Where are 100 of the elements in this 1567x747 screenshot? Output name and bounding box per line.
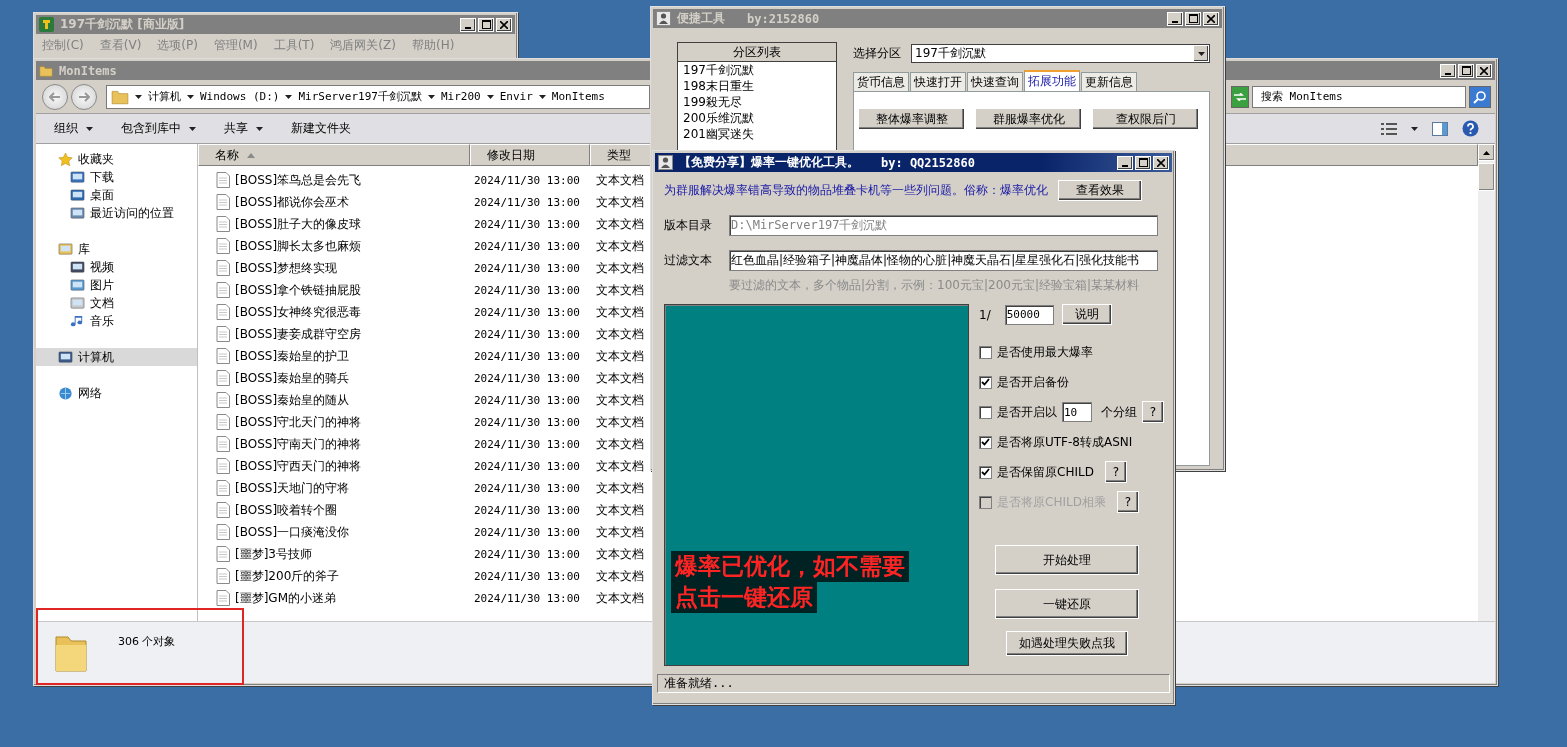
- view-effect-button[interactable]: 查看效果: [1058, 180, 1142, 201]
- breadcrumb-item[interactable]: Mir200: [440, 90, 481, 103]
- scrollbar[interactable]: [1478, 144, 1495, 621]
- nav-item[interactable]: 最近访问的位置: [36, 204, 197, 222]
- explain-button[interactable]: 说明: [1061, 304, 1112, 325]
- maximize-button[interactable]: [1458, 63, 1474, 78]
- file-row[interactable]: [BOSS]咬着转个圈 2024/11/30 13:00 文本文档: [198, 496, 648, 518]
- address-bar[interactable]: 计算机 Windows (D:) MirServer197千剑沉默 Mir200 Envir MonItems: [106, 84, 650, 109]
- partition-dropdown[interactable]: 197千剑沉默: [911, 44, 1210, 63]
- toolbar-button[interactable]: 新建文件夹: [289, 118, 353, 139]
- breadcrumb-item[interactable]: MirServer197千剑沉默: [298, 89, 422, 104]
- nav-item[interactable]: 视频: [36, 258, 197, 276]
- search-field[interactable]: 搜索 MonItems: [1252, 85, 1466, 108]
- file-row[interactable]: [BOSS]妻妾成群守空房 2024/11/30 13:00 文本文档: [198, 320, 648, 342]
- refresh-button[interactable]: [1231, 85, 1249, 108]
- function-button[interactable]: 群服爆率优化: [975, 108, 1082, 130]
- nav-item[interactable]: 音乐: [36, 312, 197, 330]
- file-name: [BOSS]脚长太多也麻烦: [235, 237, 362, 255]
- maximize-icon: [481, 20, 491, 29]
- checkbox[interactable]: [979, 375, 992, 389]
- maximize-button[interactable]: [478, 17, 494, 32]
- nav-item[interactable]: 桌面: [36, 186, 197, 204]
- breadcrumb-item[interactable]: Windows (D:): [200, 90, 280, 103]
- file-row[interactable]: [BOSS]笨鸟总是会先飞 2024/11/30 13:00 文本文档: [198, 166, 648, 188]
- breadcrumb-item[interactable]: Envir: [499, 90, 533, 103]
- close-button[interactable]: [1476, 63, 1492, 78]
- filter-field[interactable]: 红色血晶|经验箱子|神魔晶体|怪物的心脏|神魔天晶石|星星强化石|强化技能书: [729, 250, 1158, 271]
- file-row[interactable]: [BOSS]秦始皇的骑兵 2024/11/30 13:00 文本文档: [198, 364, 648, 386]
- file-row[interactable]: [噩梦]3号技师 2024/11/30 13:00 文本文档: [198, 540, 648, 562]
- file-row[interactable]: [噩梦]200斤的斧子 2024/11/30 13:00 文本文档: [198, 562, 648, 584]
- scroll-up-button[interactable]: [1478, 144, 1495, 161]
- option-label: 是否将原UTF-8转成ASNI: [997, 433, 1133, 451]
- help-button[interactable]: ?: [1104, 461, 1127, 483]
- close-button[interactable]: [1203, 11, 1219, 26]
- tab[interactable]: 货币信息: [853, 72, 909, 91]
- breadcrumb-item[interactable]: MonItems: [551, 90, 605, 103]
- partition-item[interactable]: 199殺无尽: [678, 94, 836, 110]
- checkbox[interactable]: [979, 345, 992, 359]
- column-header[interactable]: 修改日期: [470, 144, 590, 166]
- help-icon[interactable]: [1462, 120, 1479, 137]
- minimize-button[interactable]: [1167, 11, 1183, 26]
- nav-item[interactable]: 图片: [36, 276, 197, 294]
- close-button[interactable]: [496, 17, 512, 32]
- toolbar-button[interactable]: 组织: [52, 118, 95, 139]
- file-row[interactable]: [BOSS]守北天门的神将 2024/11/30 13:00 文本文档: [198, 408, 648, 430]
- tab[interactable]: 快速查询: [967, 72, 1023, 91]
- maximize-button[interactable]: [1135, 155, 1151, 170]
- column-header[interactable]: 名称: [198, 144, 470, 166]
- preview-pane-icon[interactable]: [1432, 121, 1448, 136]
- file-row[interactable]: [BOSS]一口痰淹没你 2024/11/30 13:00 文本文档: [198, 518, 648, 540]
- search-button[interactable]: [1469, 85, 1491, 108]
- nav-item[interactable]: 计算机: [36, 348, 197, 366]
- group-size-field[interactable]: 10: [1062, 402, 1092, 422]
- file-row[interactable]: [BOSS]天地门的守将 2024/11/30 13:00 文本文档: [198, 474, 648, 496]
- checkbox[interactable]: [979, 435, 992, 449]
- file-row[interactable]: [BOSS]女神终究很恶毒 2024/11/30 13:00 文本文档: [198, 298, 648, 320]
- tab[interactable]: 更新信息: [1081, 72, 1137, 91]
- directory-field[interactable]: D:\MirServer197千剑沉默: [729, 215, 1158, 236]
- help-button[interactable]: ?: [1142, 401, 1164, 423]
- nav-item[interactable]: 网络: [36, 384, 197, 402]
- minimize-button[interactable]: [460, 17, 476, 32]
- file-row[interactable]: [BOSS]秦始皇的随从 2024/11/30 13:00 文本文档: [198, 386, 648, 408]
- partition-item[interactable]: 197千剑沉默: [678, 62, 836, 78]
- nav-item[interactable]: 下载: [36, 168, 197, 186]
- minimize-button[interactable]: [1117, 155, 1133, 170]
- maximize-button[interactable]: [1185, 11, 1201, 26]
- file-row[interactable]: [BOSS]拿个铁链抽屁股 2024/11/30 13:00 文本文档: [198, 276, 648, 298]
- action-button[interactable]: 一键还原: [994, 589, 1139, 619]
- file-row[interactable]: [噩梦]GM的小迷弟 2024/11/30 13:00 文本文档: [198, 584, 648, 606]
- function-button[interactable]: 查权限后门: [1092, 108, 1199, 130]
- nav-item[interactable]: 收藏夹: [36, 150, 197, 168]
- partition-item[interactable]: 198末日重生: [678, 78, 836, 94]
- toolbar-button[interactable]: 共享: [222, 118, 265, 139]
- partition-item[interactable]: 200乐维沉默: [678, 110, 836, 126]
- file-row[interactable]: [BOSS]梦想终实现 2024/11/30 13:00 文本文档: [198, 254, 648, 276]
- function-button[interactable]: 整体爆率调整: [858, 108, 965, 130]
- nav-item[interactable]: 库: [36, 240, 197, 258]
- file-row[interactable]: [BOSS]守南天门的神将 2024/11/30 13:00 文本文档: [198, 430, 648, 452]
- close-button[interactable]: [1153, 155, 1169, 170]
- breadcrumb-item[interactable]: 计算机: [148, 89, 181, 104]
- checkbox[interactable]: [979, 465, 992, 479]
- tab[interactable]: 拓展功能: [1024, 70, 1080, 91]
- view-list-icon[interactable]: [1381, 122, 1397, 135]
- forward-button[interactable]: [71, 83, 97, 110]
- rate-field[interactable]: 50000: [1004, 304, 1054, 325]
- help-fail-button[interactable]: 如遇处理失败点我: [1005, 631, 1128, 656]
- file-row[interactable]: [BOSS]都说你会巫术 2024/11/30 13:00 文本文档: [198, 188, 648, 210]
- partition-item[interactable]: 201幽冥迷失: [678, 126, 836, 142]
- action-button[interactable]: 开始处理: [994, 545, 1139, 575]
- checkbox[interactable]: [979, 405, 992, 419]
- file-row[interactable]: [BOSS]脚长太多也麻烦 2024/11/30 13:00 文本文档: [198, 232, 648, 254]
- nav-item[interactable]: 文档: [36, 294, 197, 312]
- file-row[interactable]: [BOSS]肚子大的像皮球 2024/11/30 13:00 文本文档: [198, 210, 648, 232]
- file-row[interactable]: [BOSS]守西天门的神将 2024/11/30 13:00 文本文档: [198, 452, 648, 474]
- back-button[interactable]: [42, 83, 68, 110]
- file-row[interactable]: [BOSS]秦始皇的护卫 2024/11/30 13:00 文本文档: [198, 342, 648, 364]
- tab[interactable]: 快速打开: [910, 72, 966, 91]
- toolbar-button[interactable]: 包含到库中: [119, 118, 198, 139]
- minimize-button[interactable]: [1440, 63, 1456, 78]
- scroll-thumb[interactable]: [1478, 163, 1495, 191]
